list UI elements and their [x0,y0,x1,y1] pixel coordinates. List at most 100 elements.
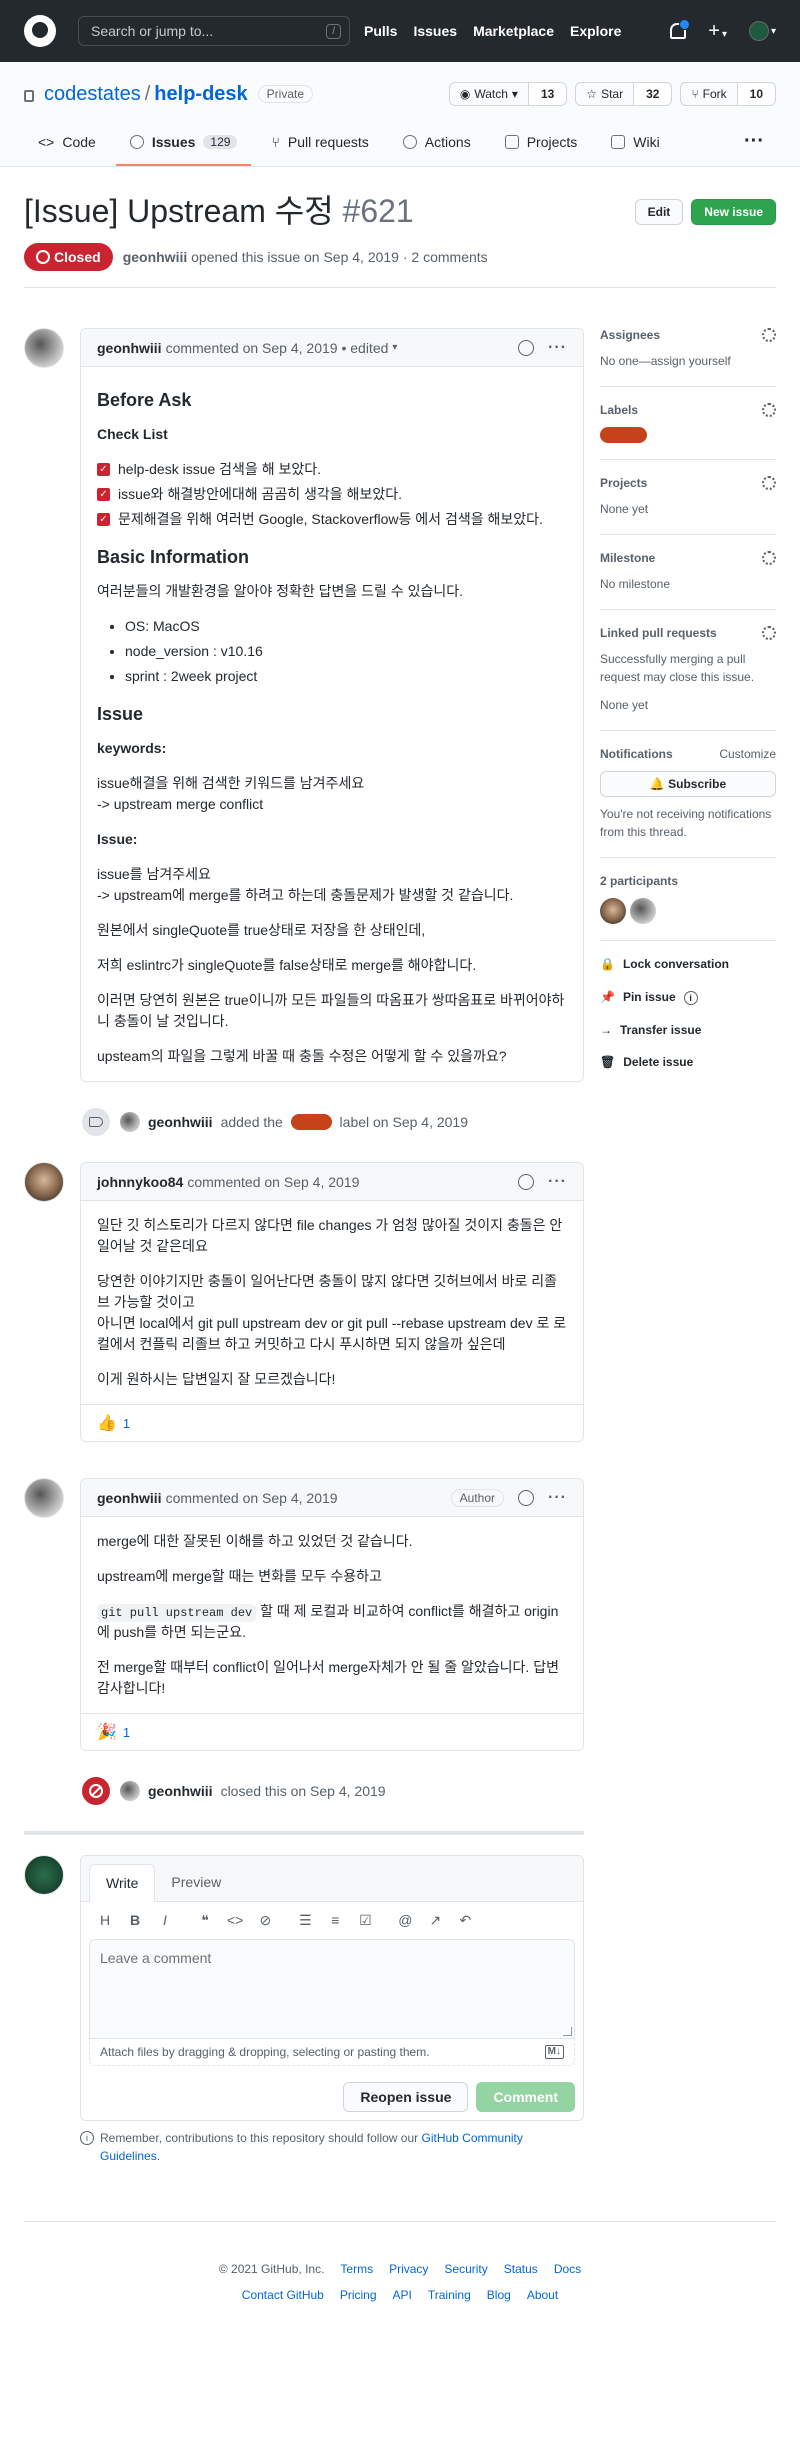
footer-link-status[interactable]: Status [504,2262,538,2276]
fork-count[interactable]: 10 [737,83,775,105]
tab-preview[interactable]: Preview [155,1864,237,1901]
reaction-hooray[interactable]: 🎉 1 [97,1722,130,1742]
comment-meta[interactable]: commented on Sep 4, 2019 [166,1490,338,1506]
linked-prs-title[interactable]: Linked pull requests [600,626,717,640]
add-reaction-icon[interactable] [518,1489,535,1506]
participant-avatar[interactable] [630,898,656,924]
new-issue-button[interactable]: New issue [691,199,776,225]
nav-marketplace[interactable]: Marketplace [473,23,554,39]
star-count[interactable]: 32 [634,83,672,105]
comment-textarea[interactable]: Leave a comment [89,1939,575,2039]
tab-actions[interactable]: Actions [389,124,485,166]
gear-icon[interactable] [762,476,776,490]
gear-icon[interactable] [762,626,776,640]
avatar[interactable] [24,1162,64,1202]
task-list-icon[interactable]: ☑ [357,1912,373,1929]
nav-issues[interactable]: Issues [413,23,457,39]
nav-pulls[interactable]: Pulls [364,23,397,39]
gear-icon[interactable] [762,328,776,342]
tab-pull-requests[interactable]: ⑂ Pull requests [257,124,382,166]
footer-link-contact[interactable]: Contact GitHub [242,2288,324,2302]
checkbox-icon[interactable]: ✓ [97,463,110,476]
comment-meta[interactable]: commented on Sep 4, 2019 [187,1174,359,1190]
repo-owner-link[interactable]: codestates [44,83,141,106]
comment-author-link[interactable]: geonhwiii [97,340,162,356]
comment-meta[interactable]: commented on Sep 4, 2019 • edited [166,340,389,356]
avatar[interactable] [120,1112,140,1132]
star-button[interactable]: ☆ Star 32 [575,82,673,106]
milestone-title[interactable]: Milestone [600,551,655,565]
gear-icon[interactable] [762,403,776,417]
nav-explore[interactable]: Explore [570,23,621,39]
add-reaction-icon[interactable] [518,1173,535,1190]
delete-issue-button[interactable]: 🗑 Delete issue [600,1055,776,1069]
kebab-menu-icon[interactable]: ··· [548,1173,567,1191]
link-icon[interactable]: ⊘ [257,1912,273,1929]
lock-conversation-button[interactable]: 🔒 Lock conversation [600,957,776,971]
issue-label-badge[interactable]: Issue [290,1114,332,1130]
kebab-menu-icon[interactable]: ··· [548,1489,567,1507]
issue-author-link[interactable]: geonhwiii [123,249,188,265]
projects-title[interactable]: Projects [600,476,647,490]
github-logo-icon[interactable] [24,15,56,47]
footer-link-docs[interactable]: Docs [554,2262,581,2276]
tab-wiki[interactable]: Wiki [597,124,673,166]
avatar[interactable] [24,1478,64,1518]
reopen-issue-button[interactable]: Reopen issue [343,2082,469,2112]
italic-icon[interactable]: I [157,1912,173,1929]
footer-link-security[interactable]: Security [444,2262,487,2276]
file-attach-area[interactable]: Attach files by dragging & dropping, sel… [89,2039,575,2066]
comment-button[interactable]: Comment [476,2082,575,2112]
fork-button[interactable]: ⑂ Fork 10 [680,82,776,106]
bold-icon[interactable]: B [127,1912,143,1929]
quote-icon[interactable]: ❝ [197,1912,213,1929]
comment-author-link[interactable]: johnnykoo84 [97,1174,183,1190]
comment-author-link[interactable]: geonhwiii [97,1490,162,1506]
footer-link-pricing[interactable]: Pricing [340,2288,377,2302]
pin-issue-button[interactable]: 📌 Pin issue i [600,989,776,1005]
issue-label-badge[interactable]: Issue [600,427,647,443]
watch-count[interactable]: 13 [528,83,567,105]
mention-icon[interactable]: @ [397,1912,413,1929]
checkbox-icon[interactable]: ✓ [97,488,110,501]
bulleted-list-icon[interactable]: ☰ [297,1912,313,1929]
reply-icon[interactable]: ↶ [457,1912,473,1929]
repo-name-link[interactable]: help-desk [154,83,247,106]
tab-projects[interactable]: Projects [491,124,592,166]
more-tabs-icon[interactable]: ··· [732,124,776,166]
avatar[interactable] [24,1855,64,1895]
tab-write[interactable]: Write [89,1864,156,1902]
tab-code[interactable]: <> Code [24,124,110,166]
avatar[interactable] [120,1781,140,1801]
add-reaction-icon[interactable] [518,339,535,356]
tab-issues[interactable]: Issues 129 [115,124,252,166]
reaction-thumbs-up[interactable]: 👍 1 [97,1413,130,1433]
footer-link-blog[interactable]: Blog [487,2288,511,2302]
assignees-text[interactable]: No one—assign yourself [600,352,776,370]
notifications-bell-icon[interactable] [670,19,691,39]
footer-link-about[interactable]: About [527,2288,558,2302]
footer-link-terms[interactable]: Terms [340,2262,373,2276]
assignees-title[interactable]: Assignees [600,328,660,342]
event-author-link[interactable]: geonhwiii [148,1114,213,1130]
create-new-menu[interactable]: + ▾ [708,20,727,43]
avatar[interactable] [24,328,64,368]
markdown-icon[interactable]: M↓ [544,2045,564,2059]
cross-reference-icon[interactable]: ↗ [427,1912,443,1929]
watch-button[interactable]: ◉ Watch ▾ 13 [448,82,568,106]
chevron-down-icon[interactable]: ▾ [392,342,397,353]
event-author-link[interactable]: geonhwiii [148,1783,213,1799]
footer-link-training[interactable]: Training [428,2288,471,2302]
kebab-menu-icon[interactable]: ··· [548,339,567,357]
edit-button[interactable]: Edit [634,199,684,225]
heading-icon[interactable]: H [97,1912,113,1929]
checkbox-icon[interactable]: ✓ [97,513,110,526]
labels-title[interactable]: Labels [600,403,638,417]
gear-icon[interactable] [762,551,776,565]
customize-link[interactable]: Customize [719,747,776,761]
user-menu[interactable]: ▾ [748,21,776,41]
search-input[interactable]: Search or jump to... / [78,16,350,46]
numbered-list-icon[interactable]: ≡ [327,1912,343,1929]
footer-link-api[interactable]: API [393,2288,412,2302]
participant-avatar[interactable] [600,898,626,924]
